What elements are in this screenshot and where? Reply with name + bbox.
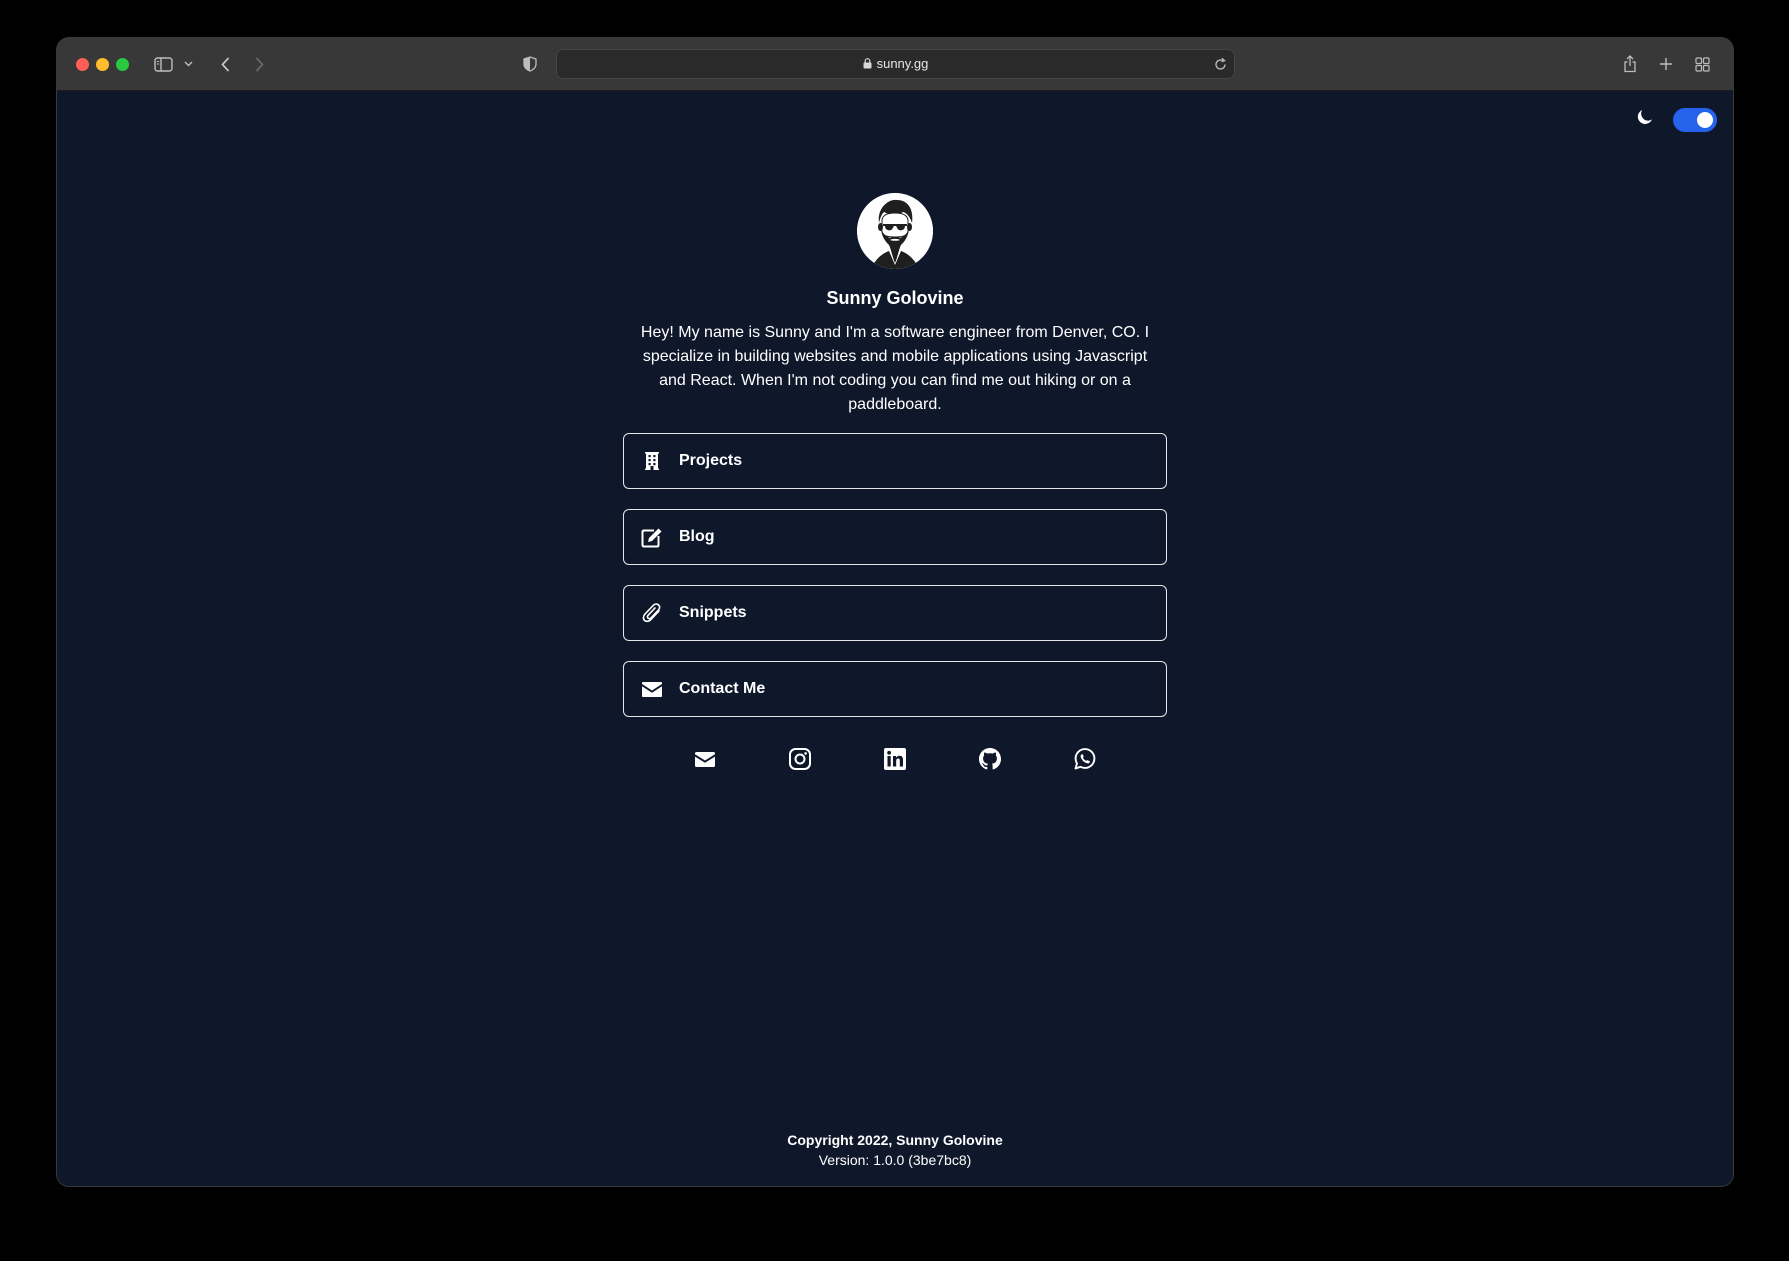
envelope-icon	[641, 678, 663, 700]
forward-icon[interactable]	[251, 52, 267, 76]
lock-icon	[863, 50, 872, 80]
shield-icon[interactable]	[522, 52, 538, 76]
edit-icon	[641, 526, 663, 548]
browser-toolbar: sunny.gg	[57, 38, 1733, 91]
page-content: Sunny Golovine Hey! My name is Sunny and…	[57, 91, 1733, 1186]
address-bar[interactable]: sunny.gg	[556, 49, 1235, 79]
contact-me-button[interactable]: Contact Me	[623, 661, 1167, 717]
plus-icon[interactable]	[1658, 52, 1674, 76]
back-icon[interactable]	[217, 52, 233, 76]
profile-name: Sunny Golovine	[826, 288, 964, 308]
chevron-down-icon[interactable]	[182, 52, 194, 76]
profile-card: Sunny Golovine Hey! My name is Sunny and…	[57, 193, 1733, 771]
reload-icon[interactable]	[1214, 57, 1227, 76]
url-text: sunny.gg	[876, 56, 929, 71]
minimize-window-button[interactable]	[96, 58, 109, 71]
tabs-grid-icon[interactable]	[1694, 52, 1710, 76]
contact-me-label: Contact Me	[679, 680, 766, 697]
theme-switcher	[1635, 107, 1717, 132]
instagram-icon[interactable]	[788, 747, 812, 771]
building-icon	[641, 450, 663, 472]
whatsapp-icon[interactable]	[1073, 747, 1097, 771]
email-icon[interactable]	[693, 747, 717, 771]
snippets-label: Snippets	[679, 604, 747, 621]
share-icon[interactable]	[1622, 52, 1638, 76]
social-links	[693, 747, 1097, 771]
sidebar-icon[interactable]	[152, 52, 174, 76]
blog-button[interactable]: Blog	[623, 509, 1167, 565]
browser-window: sunny.gg Sunny Golovine Hey! My name is …	[57, 38, 1733, 1186]
footer: Copyright 2022, Sunny Golovine Version: …	[57, 1130, 1733, 1170]
version-text: Version: 1.0.0 (3be7bc8)	[818, 1152, 972, 1168]
projects-button[interactable]: Projects	[623, 433, 1167, 489]
profile-bio: Hey! My name is Sunny and I'm a software…	[640, 324, 1150, 413]
github-icon[interactable]	[978, 747, 1002, 771]
snippets-button[interactable]: Snippets	[623, 585, 1167, 641]
copyright-text: Copyright 2022, Sunny Golovine	[787, 1132, 1003, 1148]
blog-label: Blog	[679, 528, 715, 545]
dark-mode-toggle[interactable]	[1673, 107, 1717, 132]
linkedin-icon[interactable]	[883, 747, 907, 771]
zoom-window-button[interactable]	[116, 58, 129, 71]
paperclip-icon	[641, 602, 663, 624]
link-list: Projects Blog Snippets Contact Me	[623, 433, 1167, 717]
moon-icon	[1635, 107, 1655, 132]
close-window-button[interactable]	[76, 58, 89, 71]
projects-label: Projects	[679, 452, 743, 469]
avatar	[857, 193, 933, 269]
bearded-man-avatar-icon	[857, 193, 933, 269]
toggle-knob	[1697, 111, 1713, 128]
